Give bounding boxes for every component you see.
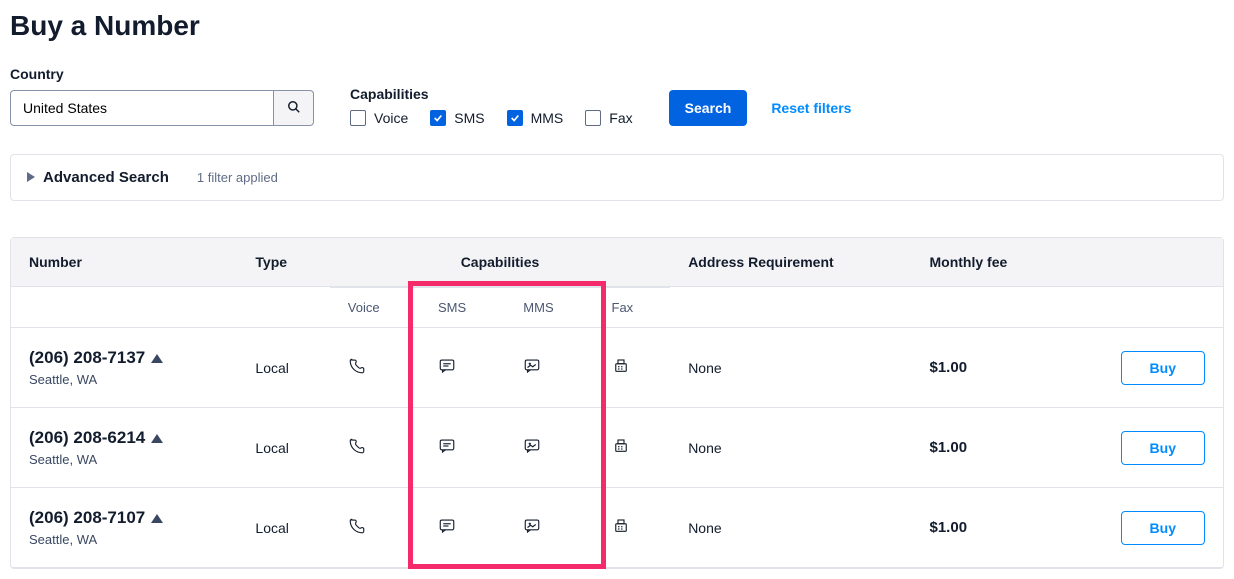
- cell-cap-voice: [330, 488, 420, 568]
- checkbox[interactable]: [350, 110, 366, 126]
- col-action: [1063, 238, 1223, 287]
- cell-cap-fax: [594, 328, 671, 408]
- capability-mms[interactable]: MMS: [507, 110, 564, 126]
- fax-icon: [612, 437, 630, 455]
- capability-fax[interactable]: Fax: [585, 110, 632, 126]
- checkbox[interactable]: [585, 110, 601, 126]
- mms-icon: [523, 437, 541, 455]
- country-label: Country: [10, 66, 314, 82]
- sms-icon: [438, 517, 456, 535]
- col-type: Type: [237, 238, 329, 287]
- cell-type: Local: [237, 488, 329, 568]
- cell-fee: $1.00: [912, 328, 1063, 408]
- cell-address: None: [670, 328, 911, 408]
- advanced-search-panel: Advanced Search 1 filter applied: [10, 154, 1224, 201]
- col-number: Number: [11, 238, 237, 287]
- results-wrapper: Number Type Capabilities Address Require…: [10, 237, 1224, 569]
- cell-action: Buy: [1063, 488, 1223, 568]
- cell-cap-fax: [594, 488, 671, 568]
- cell-action: Buy: [1063, 328, 1223, 408]
- country-search-button[interactable]: [274, 90, 314, 126]
- cell-cap-voice: [330, 408, 420, 488]
- col-address: Address Requirement: [670, 238, 911, 287]
- cell-cap-mms: [505, 488, 593, 568]
- cell-address: None: [670, 408, 911, 488]
- phone-icon: [348, 437, 366, 455]
- triangle-up-icon: [151, 434, 163, 443]
- phone-icon: [348, 357, 366, 375]
- cell-action: Buy: [1063, 408, 1223, 488]
- cell-cap-fax: [594, 408, 671, 488]
- buy-button[interactable]: Buy: [1121, 511, 1205, 545]
- filters-row: Country Capabilities Voice SMS MMS Fax: [10, 66, 1224, 126]
- checkbox[interactable]: [507, 110, 523, 126]
- table-row: (206) 208-7137 Seattle, WA Local None $1…: [11, 328, 1223, 408]
- col-fee: Monthly fee: [912, 238, 1063, 287]
- cell-cap-sms: [420, 408, 505, 488]
- triangle-up-icon: [151, 514, 163, 523]
- buy-button[interactable]: Buy: [1121, 351, 1205, 385]
- cell-type: Local: [237, 408, 329, 488]
- advanced-search-label: Advanced Search: [43, 169, 169, 186]
- caret-right-icon: [27, 169, 35, 186]
- fax-icon: [612, 357, 630, 375]
- cell-cap-mms: [505, 328, 593, 408]
- mms-icon: [523, 517, 541, 535]
- col-capabilities: Capabilities: [330, 238, 670, 287]
- subcol-sms: SMS: [420, 287, 505, 328]
- cell-cap-mms: [505, 408, 593, 488]
- capabilities-filter: Capabilities Voice SMS MMS Fax: [350, 86, 633, 126]
- subcol-fax: Fax: [594, 287, 671, 328]
- sms-icon: [438, 437, 456, 455]
- mms-icon: [523, 357, 541, 375]
- sms-icon: [438, 357, 456, 375]
- capability-voice[interactable]: Voice: [350, 110, 408, 126]
- subcol-voice: Voice: [330, 287, 420, 328]
- cell-number: (206) 208-7107 Seattle, WA: [11, 488, 237, 568]
- capability-label: Fax: [609, 110, 632, 126]
- reset-filters-link[interactable]: Reset filters: [771, 100, 851, 116]
- buy-button[interactable]: Buy: [1121, 431, 1205, 465]
- cell-fee: $1.00: [912, 488, 1063, 568]
- advanced-search-count: 1 filter applied: [197, 170, 278, 185]
- table-row: (206) 208-6214 Seattle, WA Local None $1…: [11, 408, 1223, 488]
- search-icon: [287, 100, 301, 117]
- phone-icon: [348, 517, 366, 535]
- capability-sms[interactable]: SMS: [430, 110, 484, 126]
- cell-number: (206) 208-6214 Seattle, WA: [11, 408, 237, 488]
- subcol-mms: MMS: [505, 287, 593, 328]
- capabilities-label: Capabilities: [350, 86, 633, 102]
- cell-type: Local: [237, 328, 329, 408]
- page-title: Buy a Number: [10, 10, 1224, 42]
- cell-number: (206) 208-7137 Seattle, WA: [11, 328, 237, 408]
- capability-label: SMS: [454, 110, 484, 126]
- cell-fee: $1.00: [912, 408, 1063, 488]
- cell-cap-sms: [420, 488, 505, 568]
- results-table: Number Type Capabilities Address Require…: [10, 237, 1224, 569]
- country-input[interactable]: [10, 90, 274, 126]
- country-filter: Country: [10, 66, 314, 126]
- table-row: (206) 208-7107 Seattle, WA Local None $1…: [11, 488, 1223, 568]
- triangle-up-icon: [151, 354, 163, 363]
- capability-label: MMS: [531, 110, 564, 126]
- checkbox[interactable]: [430, 110, 446, 126]
- cell-cap-voice: [330, 328, 420, 408]
- advanced-search-toggle[interactable]: Advanced Search: [27, 169, 169, 186]
- capability-label: Voice: [374, 110, 408, 126]
- search-button[interactable]: Search: [669, 90, 748, 126]
- cell-cap-sms: [420, 328, 505, 408]
- cell-address: None: [670, 488, 911, 568]
- fax-icon: [612, 517, 630, 535]
